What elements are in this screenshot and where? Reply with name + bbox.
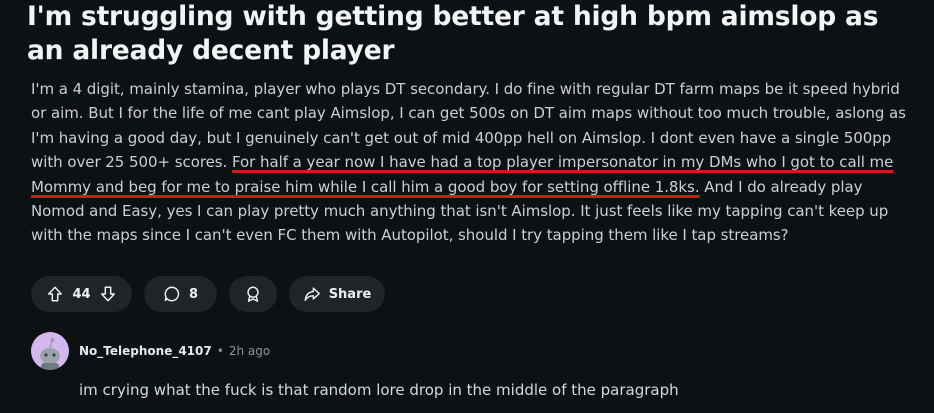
post-title: I'm struggling with getting better at hi… [27,1,879,66]
award-icon [244,285,262,303]
arrow-down-icon[interactable] [99,285,117,303]
speech-bubble-icon [163,285,181,303]
share-label: Share [328,286,372,302]
award-button[interactable] [229,276,277,312]
avatar[interactable] [31,332,69,370]
separator-dot: • [216,344,224,358]
comment-header: No_Telephone_4107 • 2h ago [31,332,270,370]
share-arrow-icon [303,285,321,303]
comment-text: im crying what the fuck is that random l… [79,381,679,399]
vote-control: 44 [31,276,132,312]
comment-username[interactable]: No_Telephone_4107 [79,344,212,358]
comment-timestamp: 2h ago [228,344,271,358]
post-actions: 44 8 Share [31,276,385,312]
post-body: I'm a 4 digit, mainly stamina, player wh… [31,77,911,248]
share-button[interactable]: Share [289,276,385,312]
comments-button[interactable]: 8 [144,276,217,312]
arrow-up-icon[interactable] [46,285,64,303]
vote-count: 44 [72,286,91,302]
comment-count: 8 [188,286,199,302]
